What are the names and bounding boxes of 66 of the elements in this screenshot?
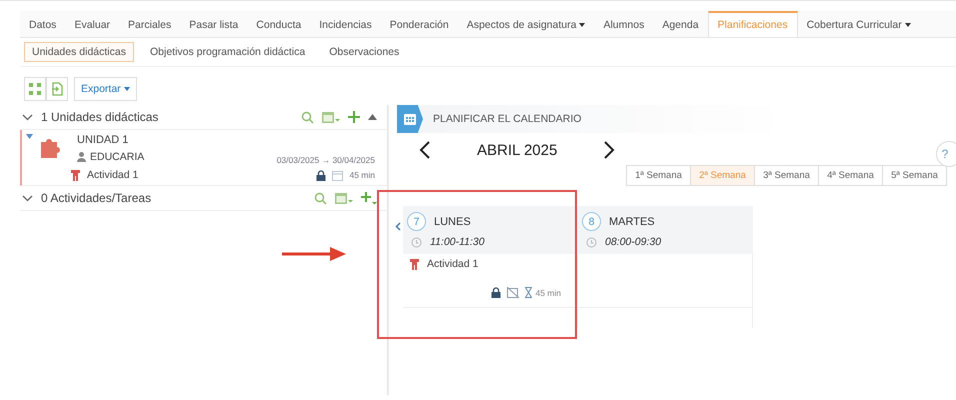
activity-icon <box>409 258 420 270</box>
activity-name[interactable]: Actividad 1 <box>427 258 478 270</box>
collapse-icon[interactable] <box>395 222 401 231</box>
sub-tab[interactable]: Observaciones <box>321 42 408 62</box>
unit-author: EDUCARIA <box>90 151 146 163</box>
pointer-arrow <box>282 246 346 262</box>
activity-duration: 45 min <box>349 170 375 180</box>
chevron-icon[interactable] <box>22 194 33 202</box>
tab[interactable]: Evaluar <box>65 11 120 37</box>
week-button[interactable]: 1ª Semana <box>626 165 691 186</box>
add-icon[interactable] <box>348 111 360 123</box>
day-slot[interactable]: Actividad 1 45 min <box>403 254 578 308</box>
calendar-title: PLANIFICAR EL CALENDARIO <box>433 113 582 125</box>
activity-name[interactable]: Actividad 1 <box>87 169 310 181</box>
tab[interactable]: Aspectos de asignatura <box>458 11 594 37</box>
search-icon[interactable] <box>301 110 314 124</box>
scroll-up-icon[interactable] <box>368 114 377 120</box>
day-name: MARTES <box>609 216 655 228</box>
week-button[interactable]: 3ª Semana <box>754 165 819 186</box>
activity-duration: 45 min <box>535 288 561 298</box>
time-range: 08:00-09:30 <box>605 236 662 248</box>
tab[interactable]: Datos <box>20 11 66 37</box>
tab[interactable]: Agenda <box>653 11 708 37</box>
tab[interactable]: Incidencias <box>310 11 381 37</box>
add-icon[interactable] <box>361 192 377 204</box>
previous-icon[interactable] <box>419 141 431 159</box>
expand-caret-icon[interactable] <box>26 134 33 139</box>
tab[interactable]: Pasar lista <box>180 11 248 37</box>
expand-icon <box>29 83 41 95</box>
import-icon <box>51 82 63 96</box>
sub-tab[interactable]: Unidades didácticas <box>24 42 134 62</box>
calendar-icon[interactable] <box>322 110 340 124</box>
lock-icon <box>491 287 502 298</box>
tab[interactable]: Conducta <box>247 11 310 37</box>
person-icon <box>77 152 86 162</box>
next-icon[interactable] <box>603 141 616 159</box>
tab[interactable]: Ponderación <box>380 11 458 37</box>
search-icon[interactable] <box>314 192 327 204</box>
month-label: ABRIL 2025 <box>477 142 558 158</box>
calendar-icon[interactable] <box>335 192 353 204</box>
calendar-icon <box>332 170 344 180</box>
section-title: 0 Actividades/Tareas <box>41 191 152 205</box>
expand-button[interactable] <box>24 77 46 101</box>
section-title: 1 Unidades didácticas <box>41 110 160 124</box>
calendar-icon <box>397 105 423 133</box>
tab[interactable]: Alumnos <box>594 11 654 37</box>
unit-dates: 03/03/2025 → 30/04/2025 <box>276 155 375 165</box>
time-range: 11:00-11:30 <box>430 236 484 248</box>
lock-icon <box>316 170 326 180</box>
export-button[interactable]: Exportar <box>74 77 137 101</box>
sub-tab[interactable]: Objetivos programación didáctica <box>142 42 314 62</box>
import-button[interactable] <box>46 77 68 101</box>
clock-icon <box>586 236 597 248</box>
clock-icon <box>411 236 422 248</box>
week-button[interactable]: 4ª Semana <box>818 165 883 186</box>
hourglass-icon <box>525 287 532 298</box>
chevron-icon[interactable] <box>22 114 33 120</box>
day-number: 7 <box>407 212 426 231</box>
tab[interactable]: Parciales <box>119 11 180 37</box>
day-number: 8 <box>582 212 601 231</box>
unit-name[interactable]: UNIDAD 1 <box>77 134 375 146</box>
activity-icon <box>70 170 81 180</box>
day-name: LUNES <box>434 216 471 228</box>
calendar-crossed-icon <box>507 287 520 298</box>
tab[interactable]: Cobertura Curricular <box>798 11 920 37</box>
week-button[interactable]: 5ª Semana <box>882 165 947 186</box>
